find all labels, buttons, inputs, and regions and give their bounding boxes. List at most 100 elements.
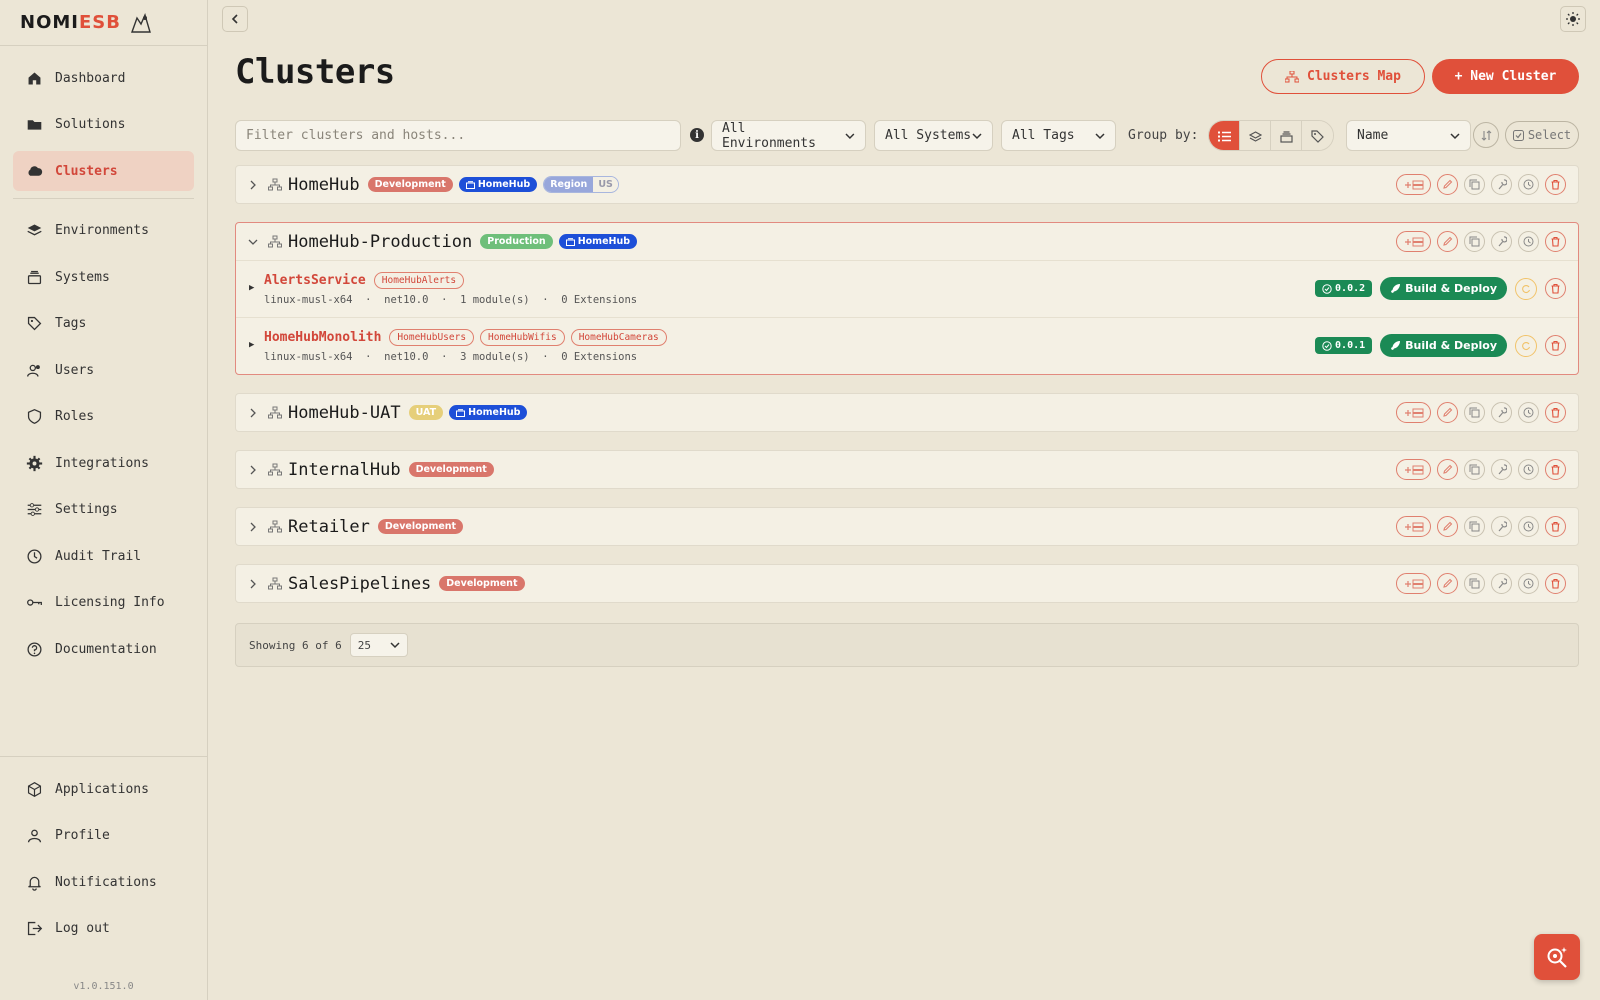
delete-button[interactable]: [1545, 459, 1566, 480]
history-button[interactable]: [1518, 231, 1539, 252]
clone-button[interactable]: [1464, 231, 1485, 252]
nav-item-audit-trail[interactable]: Audit Trail: [13, 536, 194, 576]
delete-host-button[interactable]: [1545, 278, 1566, 299]
info-icon[interactable]: i: [690, 128, 704, 142]
nav-item-applications[interactable]: Applications: [13, 769, 194, 809]
chevron-right-icon[interactable]: [248, 577, 262, 591]
filter-input[interactable]: [235, 120, 681, 151]
chevron-right-icon[interactable]: [248, 178, 262, 192]
clone-button[interactable]: [1464, 174, 1485, 195]
cluster-name[interactable]: InternalHub: [288, 460, 401, 480]
nav-item-roles[interactable]: Roles: [13, 397, 194, 437]
cluster-name[interactable]: HomeHub-UAT: [288, 403, 401, 423]
sort-direction-button[interactable]: [1473, 122, 1499, 148]
environment-select[interactable]: All Environments: [711, 120, 866, 151]
chevron-right-icon[interactable]: [248, 520, 262, 534]
nav-item-clusters[interactable]: Clusters: [13, 151, 194, 191]
cluster-header[interactable]: Retailer Development: [236, 508, 1578, 545]
group-by-system-button[interactable]: [1271, 121, 1302, 150]
tags-select[interactable]: All Tags: [1001, 120, 1116, 151]
history-button[interactable]: [1518, 459, 1539, 480]
nav-item-profile[interactable]: Profile: [13, 816, 194, 856]
chevron-right-icon[interactable]: [248, 463, 262, 477]
delete-button[interactable]: [1545, 516, 1566, 537]
edit-button[interactable]: [1437, 231, 1458, 252]
chevron-down-icon[interactable]: [248, 235, 262, 249]
settings-button[interactable]: [1491, 402, 1512, 423]
edit-button[interactable]: [1437, 516, 1458, 537]
group-by-environment-button[interactable]: [1240, 121, 1271, 150]
clone-button[interactable]: [1464, 459, 1485, 480]
nav-item-systems[interactable]: Systems: [13, 257, 194, 297]
cluster-name[interactable]: Retailer: [288, 517, 370, 537]
clone-button[interactable]: [1464, 516, 1485, 537]
build-deploy-button[interactable]: Build & Deploy: [1380, 334, 1507, 357]
sync-status-button[interactable]: [1515, 277, 1537, 300]
theme-toggle-button[interactable]: [1560, 6, 1586, 32]
expand-host-triangle-icon[interactable]: ▶: [249, 283, 254, 293]
add-host-button[interactable]: [1396, 516, 1431, 537]
nav-item-dashboard[interactable]: Dashboard: [13, 58, 194, 98]
nav-item-licensing-info[interactable]: Licensing Info: [13, 583, 194, 623]
build-deploy-button[interactable]: Build & Deploy: [1380, 277, 1507, 300]
group-by-tag-button[interactable]: [1302, 121, 1333, 150]
edit-button[interactable]: [1437, 573, 1458, 594]
select-mode-button[interactable]: Select: [1505, 121, 1579, 149]
cluster-header[interactable]: SalesPipelines Development: [236, 565, 1578, 602]
clone-button[interactable]: [1464, 402, 1485, 423]
history-button[interactable]: [1518, 573, 1539, 594]
add-host-button[interactable]: [1396, 573, 1431, 594]
cluster-header[interactable]: HomeHub-UAT UAT HomeHub: [236, 394, 1578, 431]
add-host-button[interactable]: [1396, 459, 1431, 480]
nav-item-tags[interactable]: Tags: [13, 304, 194, 344]
settings-button[interactable]: [1491, 231, 1512, 252]
cluster-name[interactable]: SalesPipelines: [288, 574, 431, 594]
sort-select[interactable]: Name: [1346, 120, 1471, 151]
nav-item-users[interactable]: Users: [13, 350, 194, 390]
settings-button[interactable]: [1491, 516, 1512, 537]
edit-button[interactable]: [1437, 402, 1458, 423]
settings-button[interactable]: [1491, 459, 1512, 480]
clusters-map-button[interactable]: Clusters Map: [1261, 59, 1425, 94]
nav-item-notifications[interactable]: Notifications: [13, 862, 194, 902]
cluster-name[interactable]: HomeHub: [288, 175, 360, 195]
new-cluster-button[interactable]: + New Cluster: [1432, 59, 1579, 94]
sync-status-button[interactable]: [1515, 334, 1537, 357]
delete-button[interactable]: [1545, 402, 1566, 423]
settings-button[interactable]: [1491, 573, 1512, 594]
nav-item-solutions[interactable]: Solutions: [13, 105, 194, 145]
history-button[interactable]: [1518, 516, 1539, 537]
settings-button[interactable]: [1491, 174, 1512, 195]
nav-item-environments[interactable]: Environments: [13, 211, 194, 251]
edit-button[interactable]: [1437, 174, 1458, 195]
cluster-name[interactable]: HomeHub-Production: [288, 232, 472, 252]
add-host-button[interactable]: [1396, 174, 1431, 195]
cluster-header[interactable]: HomeHub-Production Production HomeHub: [236, 223, 1578, 260]
cluster-header[interactable]: InternalHub Development: [236, 451, 1578, 488]
history-button[interactable]: [1518, 174, 1539, 195]
add-host-button[interactable]: [1396, 231, 1431, 252]
delete-button[interactable]: [1545, 231, 1566, 252]
systems-select[interactable]: All Systems: [874, 120, 993, 151]
cluster-header[interactable]: HomeHub Development HomeHub Region US: [236, 166, 1578, 203]
nav-item-log-out[interactable]: Log out: [13, 909, 194, 949]
edit-button[interactable]: [1437, 459, 1458, 480]
host-name[interactable]: AlertsService: [264, 273, 366, 288]
nav-item-documentation[interactable]: Documentation: [13, 629, 194, 669]
search-assistant-button[interactable]: [1534, 934, 1580, 980]
expand-host-triangle-icon[interactable]: ▶: [249, 340, 254, 350]
per-page-select[interactable]: 25: [349, 633, 408, 657]
delete-host-button[interactable]: [1545, 335, 1566, 356]
chevron-right-icon[interactable]: [248, 406, 262, 420]
logo[interactable]: NOMIESB: [0, 0, 207, 46]
host-name[interactable]: HomeHubMonolith: [264, 330, 381, 345]
collapse-sidebar-button[interactable]: [222, 6, 248, 32]
history-button[interactable]: [1518, 402, 1539, 423]
delete-button[interactable]: [1545, 573, 1566, 594]
clone-button[interactable]: [1464, 573, 1485, 594]
group-by-none-button[interactable]: [1209, 121, 1240, 150]
add-host-button[interactable]: [1396, 402, 1431, 423]
delete-button[interactable]: [1545, 174, 1566, 195]
nav-item-settings[interactable]: Settings: [13, 490, 194, 530]
nav-item-integrations[interactable]: Integrations: [13, 443, 194, 483]
